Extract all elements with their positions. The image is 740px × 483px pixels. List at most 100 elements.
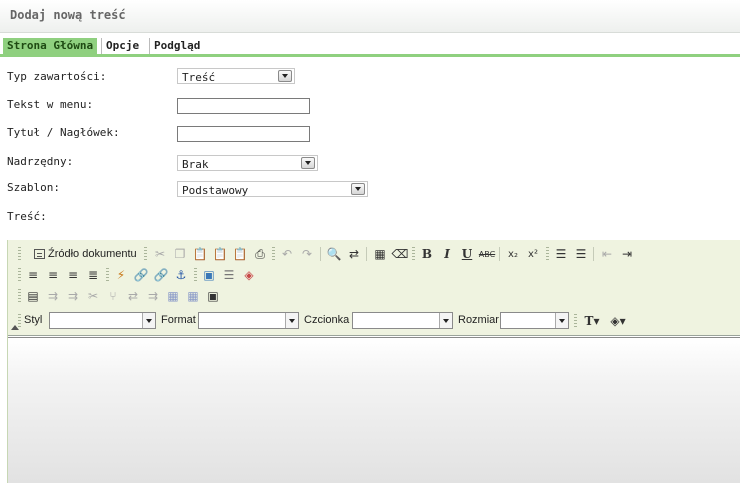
toolbar-separator [499,247,500,261]
superscript-button[interactable]: x² [524,245,542,263]
toolbar-separator [593,247,594,261]
chevron-down-icon [278,70,292,82]
size-label: Rozmiar [458,314,499,326]
tab-bar: Strona Główna Opcje Podgląd [0,38,740,57]
align-center-icon[interactable]: ≡ [44,266,62,284]
toolbar-separator [366,247,367,261]
title-input[interactable] [177,126,310,142]
find-icon[interactable]: 🔍 [325,245,343,263]
cut-icon[interactable]: ✂ [151,245,169,263]
content-type-value: Treść [182,71,216,84]
anchor-icon[interactable]: ⚓ [172,266,190,284]
tab-preview[interactable]: Podgląd [149,38,204,54]
redo-icon[interactable]: ↷ [298,245,316,263]
bold-button[interactable]: B [418,245,436,263]
unlink-icon[interactable]: 🔗 [152,266,170,284]
page-title: Dodaj nową treść [10,8,126,22]
strike-button[interactable]: ABC [478,245,496,263]
print-icon[interactable]: ⎙ [251,245,269,263]
special-char-icon[interactable]: ◈ [240,266,258,284]
replace-icon[interactable]: ⇄ [345,245,363,263]
toolbar-grip [412,247,415,261]
chevron-down-icon [285,313,298,328]
undo-icon[interactable]: ↶ [278,245,296,263]
toolbar-row-1: Źródło dokumentu ✂ ❐ 📋 📋 📋 ⎙ ↶ ↷ 🔍 ⇄ ▦ ⌫… [8,244,740,264]
underline-button[interactable]: U [458,245,476,263]
tab-home[interactable]: Strona Główna [3,38,98,54]
form-icon[interactable]: ▣ [204,287,222,305]
indent-icon[interactable]: ⇥ [618,245,636,263]
delete-cells-icon[interactable]: ✂ [84,287,102,305]
toolbar-grip [272,247,275,261]
source-button[interactable]: Źródło dokumentu [34,245,137,263]
cell-properties-icon[interactable]: ▦ [184,287,202,305]
table-icon[interactable]: ▤ [24,287,42,305]
align-left-icon[interactable]: ≡ [24,266,42,284]
toolbar-grip [106,268,109,282]
font-select[interactable] [352,312,453,329]
toolbar-grip [18,268,21,282]
editor-content-area[interactable] [8,337,740,483]
template-select[interactable]: Podstawowy [177,181,368,197]
template-value: Podstawowy [182,184,249,197]
background-color-icon[interactable]: ◈▾ [606,312,630,330]
remove-format-icon[interactable]: ⌫ [391,245,409,263]
table-properties-icon[interactable]: ▦ [164,287,182,305]
align-right-icon[interactable]: ≡ [64,266,82,284]
numbered-list-icon[interactable]: ☰ [552,245,570,263]
chevron-down-icon [142,313,155,328]
paste-word-icon[interactable]: 📋 [231,245,249,263]
italic-button[interactable]: I [438,245,456,263]
chevron-down-icon [351,183,365,195]
toolbar-row-3: ▤ ⇉ ⇉ ✂ ⑂ ⇄ ⇉ ▦ ▦ ▣ [8,286,740,306]
content-type-label: Typ zawartości: [7,70,107,83]
image-icon[interactable]: ▣ [200,266,218,284]
paste-text-icon[interactable]: 📋 [211,245,229,263]
rich-text-editor: Źródło dokumentu ✂ ❐ 📋 📋 📋 ⎙ ↶ ↷ 🔍 ⇄ ▦ ⌫… [7,240,740,483]
content-type-select[interactable]: Treść [177,68,295,84]
split-cell-icon[interactable]: ⇄ [124,287,142,305]
copy-icon[interactable]: ❐ [171,245,189,263]
flash-icon[interactable]: ⚡ [112,266,130,284]
format-label: Format [161,314,196,326]
merge-cells-icon[interactable]: ⑂ [104,287,122,305]
font-label: Czcionka [304,314,350,326]
select-all-icon[interactable]: ▦ [371,245,389,263]
chevron-down-icon [301,157,315,169]
source-button-label: Źródło dokumentu [48,248,137,260]
style-select[interactable] [49,312,156,329]
insert-row-icon[interactable]: ⇉ [44,287,62,305]
content-label: Treść: [7,210,47,223]
toolbar-separator [320,247,321,261]
template-label: Szablon: [7,181,60,194]
align-justify-icon[interactable]: ≣ [84,266,102,284]
tab-options[interactable]: Opcje [101,38,143,54]
toolbar-row-4: Styl Format Czcionka Rozmiar T▾ ◈▾ [8,311,740,331]
toolbar-grip [574,314,577,328]
toolbar-grip [144,247,147,261]
collapse-toolbar-icon[interactable] [11,325,19,330]
source-icon [34,249,45,259]
size-select[interactable] [500,312,569,329]
parent-value: Brak [182,158,209,171]
insert-column-icon[interactable]: ⇉ [64,287,82,305]
toolbar-grip [18,247,21,261]
outdent-icon[interactable]: ⇤ [598,245,616,263]
parent-select[interactable]: Brak [177,155,318,171]
page-header: Dodaj nową treść [0,0,740,33]
toolbar-row-2: ≡ ≡ ≡ ≣ ⚡ 🔗 🔗 ⚓ ▣ ☰ ◈ [8,265,740,285]
chevron-down-icon [555,313,568,328]
subscript-button[interactable]: x₂ [504,245,522,263]
toolbar-grip [18,289,21,303]
link-icon[interactable]: 🔗 [132,266,150,284]
format-select[interactable] [198,312,299,329]
split-row-icon[interactable]: ⇉ [144,287,162,305]
horizontal-rule-icon[interactable]: ☰ [220,266,238,284]
parent-label: Nadrzędny: [7,155,74,168]
paste-icon[interactable]: 📋 [191,245,209,263]
bulleted-list-icon[interactable]: ☰ [572,245,590,263]
chevron-down-icon [439,313,452,328]
text-color-icon[interactable]: T▾ [580,312,604,330]
menu-text-input[interactable] [177,98,310,114]
menu-text-label: Tekst w menu: [7,98,94,111]
